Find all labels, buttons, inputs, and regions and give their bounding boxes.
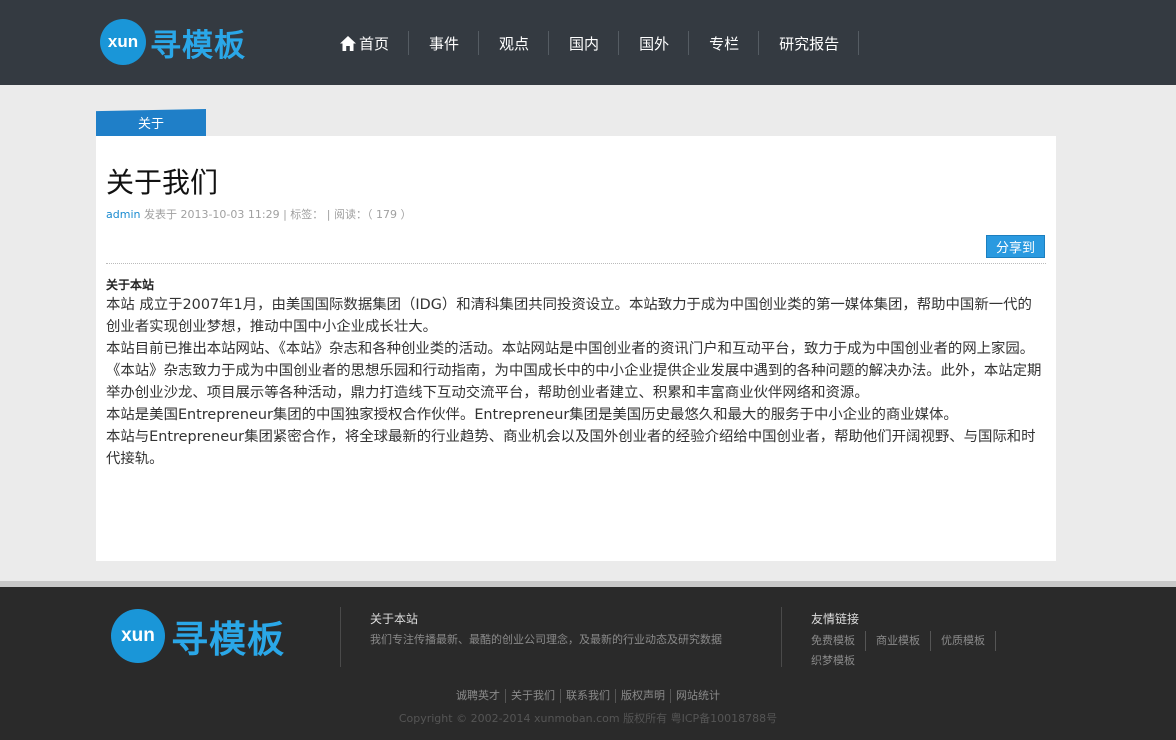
body-paragraph: 本站是美国Entrepreneur集团的中国独家授权合作伙伴。Entrepren… [106,407,958,423]
footer-about-heading: 关于本站 [370,612,419,626]
footer-bottom-links: 诚聘英才 关于我们 联系我们 版权声明 网站统计 [0,689,1176,703]
footer-about: 关于本站 我们专注传播最新、最酷的创业公司理念，及最新的行业动态及研究数据 [370,610,722,647]
nav-item-label: 首页 [359,34,390,53]
article-title: 关于我们 [106,166,219,199]
nav-item-home[interactable]: 首页 [330,31,410,55]
article-panel: 关于我们 admin 发表于 2013-10-03 11:29 | 标签： | … [96,136,1056,561]
category-tab[interactable]: 关于 [96,109,206,136]
nav-item-research[interactable]: 研究报告 [759,31,860,55]
site-logo[interactable]: xun 寻模板 [100,19,246,65]
friend-link[interactable]: 商业模板 [876,631,931,651]
footer-separator [781,607,782,667]
friend-link[interactable]: 免费模板 [811,631,866,651]
divider [106,263,1046,264]
copyright-text: Copyright © 2002-2014 xunmoban.com 版权所有 … [398,712,778,725]
home-icon [340,35,356,51]
body-heading: 关于本站 [106,278,155,292]
share-button[interactable]: 分享到 [986,235,1045,258]
nav-item-foreign[interactable]: 国外 [619,31,690,55]
footer-links-row: 免费模板 商业模板 优质模板 织梦模板 [811,631,1051,671]
footer-friend-links: 友情链接 免费模板 商业模板 优质模板 织梦模板 [811,610,1051,671]
meta-info: 发表于 2013-10-03 11:29 | 标签： | 阅读：（ 179 ） [140,208,412,221]
friend-link[interactable]: 优质模板 [941,631,996,651]
site-header: xun 寻模板 首页 事件 观点 国内 国外 专栏 研究报告 [0,0,1176,85]
footer-link-copyright[interactable]: 版权声明 [616,689,671,703]
body-paragraph: 本站与Entrepreneur集团紧密合作，将全球最新的行业趋势、商业机会以及国… [106,429,1036,467]
footer-link-jobs[interactable]: 诚聘英才 [451,689,506,703]
logo-mark: xun [100,19,146,65]
footer-logo-text: 寻模板 [171,618,285,661]
author-link[interactable]: admin [106,208,140,221]
footer-logo[interactable]: xun 寻模板 [111,609,285,663]
article-body: 关于本站 本站 成立于2007年1月，由美国国际数据集团（IDG）和清科集团共同… [106,277,1046,470]
footer-link-stats[interactable]: 网站统计 [671,689,725,703]
footer-about-text: 我们专注传播最新、最酷的创业公司理念，及最新的行业动态及研究数据 [370,633,722,646]
nav-item-domestic[interactable]: 国内 [549,31,620,55]
footer-separator [340,607,341,667]
site-footer: xun 寻模板 关于本站 我们专注传播最新、最酷的创业公司理念，及最新的行业动态… [0,587,1176,740]
nav-item-columns[interactable]: 专栏 [689,31,760,55]
main-nav: 首页 事件 观点 国内 国外 专栏 研究报告 [330,31,860,55]
footer-links-heading: 友情链接 [811,612,860,626]
body-paragraph: 本站目前已推出本站网站、《本站》杂志和各种创业类的活动。本站网站是中国创业者的资… [106,341,1042,401]
footer-link-about[interactable]: 关于我们 [506,689,561,703]
nav-item-events[interactable]: 事件 [409,31,480,55]
friend-link[interactable]: 织梦模板 [811,651,865,671]
article-meta: admin 发表于 2013-10-03 11:29 | 标签： | 阅读：（ … [106,206,411,222]
footer-link-contact[interactable]: 联系我们 [561,689,616,703]
footer-logo-mark: xun [111,609,165,663]
logo-text: 寻模板 [150,27,246,64]
nav-item-opinions[interactable]: 观点 [479,31,550,55]
body-paragraph: 本站 成立于2007年1月，由美国国际数据集团（IDG）和清科集团共同投资设立。… [106,297,1032,335]
